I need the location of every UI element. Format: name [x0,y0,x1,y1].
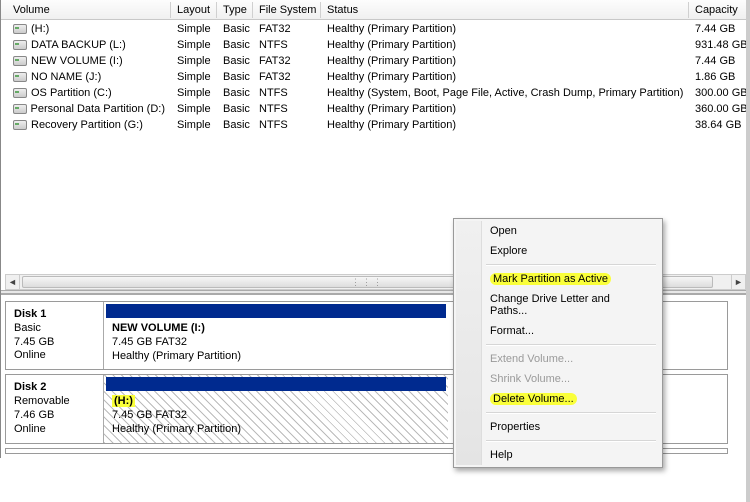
disk-size: 7.45 GB [14,336,95,350]
menu-item-open[interactable]: Open [456,221,660,241]
menu-separator [486,344,656,346]
scroll-right-icon[interactable]: ► [731,275,745,289]
cell-status: Healthy (Primary Partition) [321,23,689,35]
cell-volume: (H:) [31,23,49,35]
menu-separator [486,264,656,266]
cell-volume: DATA BACKUP (L:) [31,39,126,51]
disk-size: 7.46 GB [14,409,95,423]
header-filesystem[interactable]: File System [253,2,321,18]
cell-layout: Simple [171,23,217,35]
partition-status: Healthy (Primary Partition) [112,350,440,364]
menu-separator [486,440,656,442]
cell-volume: Personal Data Partition (D:) [31,103,166,115]
cell-fs: FAT32 [253,23,321,35]
disk-name: Disk 2 [14,381,95,395]
drive-icon [13,72,27,82]
partition-header-bar [106,377,446,391]
drive-icon [13,24,27,34]
menu-item-format[interactable]: Format... [456,321,660,341]
menu-item-delete-volume[interactable]: Delete Volume... [456,389,660,409]
header-status[interactable]: Status [321,2,689,18]
disk-state: Online [14,349,95,363]
disk-meta: Disk 2 Removable 7.46 GB Online [6,375,104,442]
table-row[interactable]: Recovery Partition (G:) Simple Basic NTF… [1,116,750,132]
table-row[interactable]: (H:) Simple Basic FAT32 Healthy (Primary… [1,20,750,36]
partition-name: NEW VOLUME (I:) [112,322,440,336]
partition-header-bar [106,304,446,318]
menu-item-change-drive-letter[interactable]: Change Drive Letter and Paths... [456,289,660,321]
disk-meta: Disk 1 Basic 7.45 GB Online [6,302,104,369]
disk-type: Removable [14,395,95,409]
menu-item-extend-volume: Extend Volume... [456,349,660,369]
header-layout[interactable]: Layout [171,2,217,18]
disk-state: Online [14,423,95,437]
drive-icon [13,56,27,66]
drive-icon [13,104,27,114]
partition-name: (H:) [112,395,440,409]
menu-item-properties[interactable]: Properties [456,417,660,437]
disk-type: Basic [14,322,95,336]
drive-icon [13,120,27,130]
table-row[interactable]: NO NAME (J:) Simple Basic FAT32 Healthy … [1,68,750,84]
cell-volume: NO NAME (J:) [31,71,101,83]
cell-volume: NEW VOLUME (I:) [31,55,123,67]
drive-icon [13,40,27,50]
menu-item-help[interactable]: Help [456,445,660,465]
header-capacity[interactable]: Capacity [689,2,749,18]
table-row[interactable]: NEW VOLUME (I:) Simple Basic FAT32 Healt… [1,52,750,68]
partition-info: 7.45 GB FAT32 [112,409,440,423]
menu-item-shrink-volume: Shrink Volume... [456,369,660,389]
partition-info: 7.45 GB FAT32 [112,336,440,350]
menu-separator [486,412,656,414]
header-type[interactable]: Type [217,2,253,18]
window-edge [746,0,750,502]
cell-capacity: 7.44 GB [689,23,749,35]
table-header-row: Volume Layout Type File System Status Ca… [1,0,750,20]
cell-type: Basic [217,23,253,35]
partition-block[interactable]: NEW VOLUME (I:) 7.45 GB FAT32 Healthy (P… [104,302,448,369]
cell-volume: OS Partition (C:) [31,87,112,99]
table-row[interactable]: Personal Data Partition (D:) Simple Basi… [1,100,750,116]
table-row[interactable]: DATA BACKUP (L:) Simple Basic NTFS Healt… [1,36,750,52]
menu-item-mark-active[interactable]: Mark Partition as Active [456,269,660,289]
drive-icon [13,88,27,98]
cell-volume: Recovery Partition (G:) [31,119,143,131]
header-volume[interactable]: Volume [7,2,171,18]
table-row[interactable]: OS Partition (C:) Simple Basic NTFS Heal… [1,84,750,100]
context-menu: Open Explore Mark Partition as Active Ch… [453,218,663,468]
menu-item-explore[interactable]: Explore [456,241,660,261]
scroll-left-icon[interactable]: ◄ [6,275,20,289]
disk-name: Disk 1 [14,308,95,322]
partition-status: Healthy (Primary Partition) [112,423,440,437]
partition-block-selected[interactable]: (H:) 7.45 GB FAT32 Healthy (Primary Part… [104,375,448,442]
